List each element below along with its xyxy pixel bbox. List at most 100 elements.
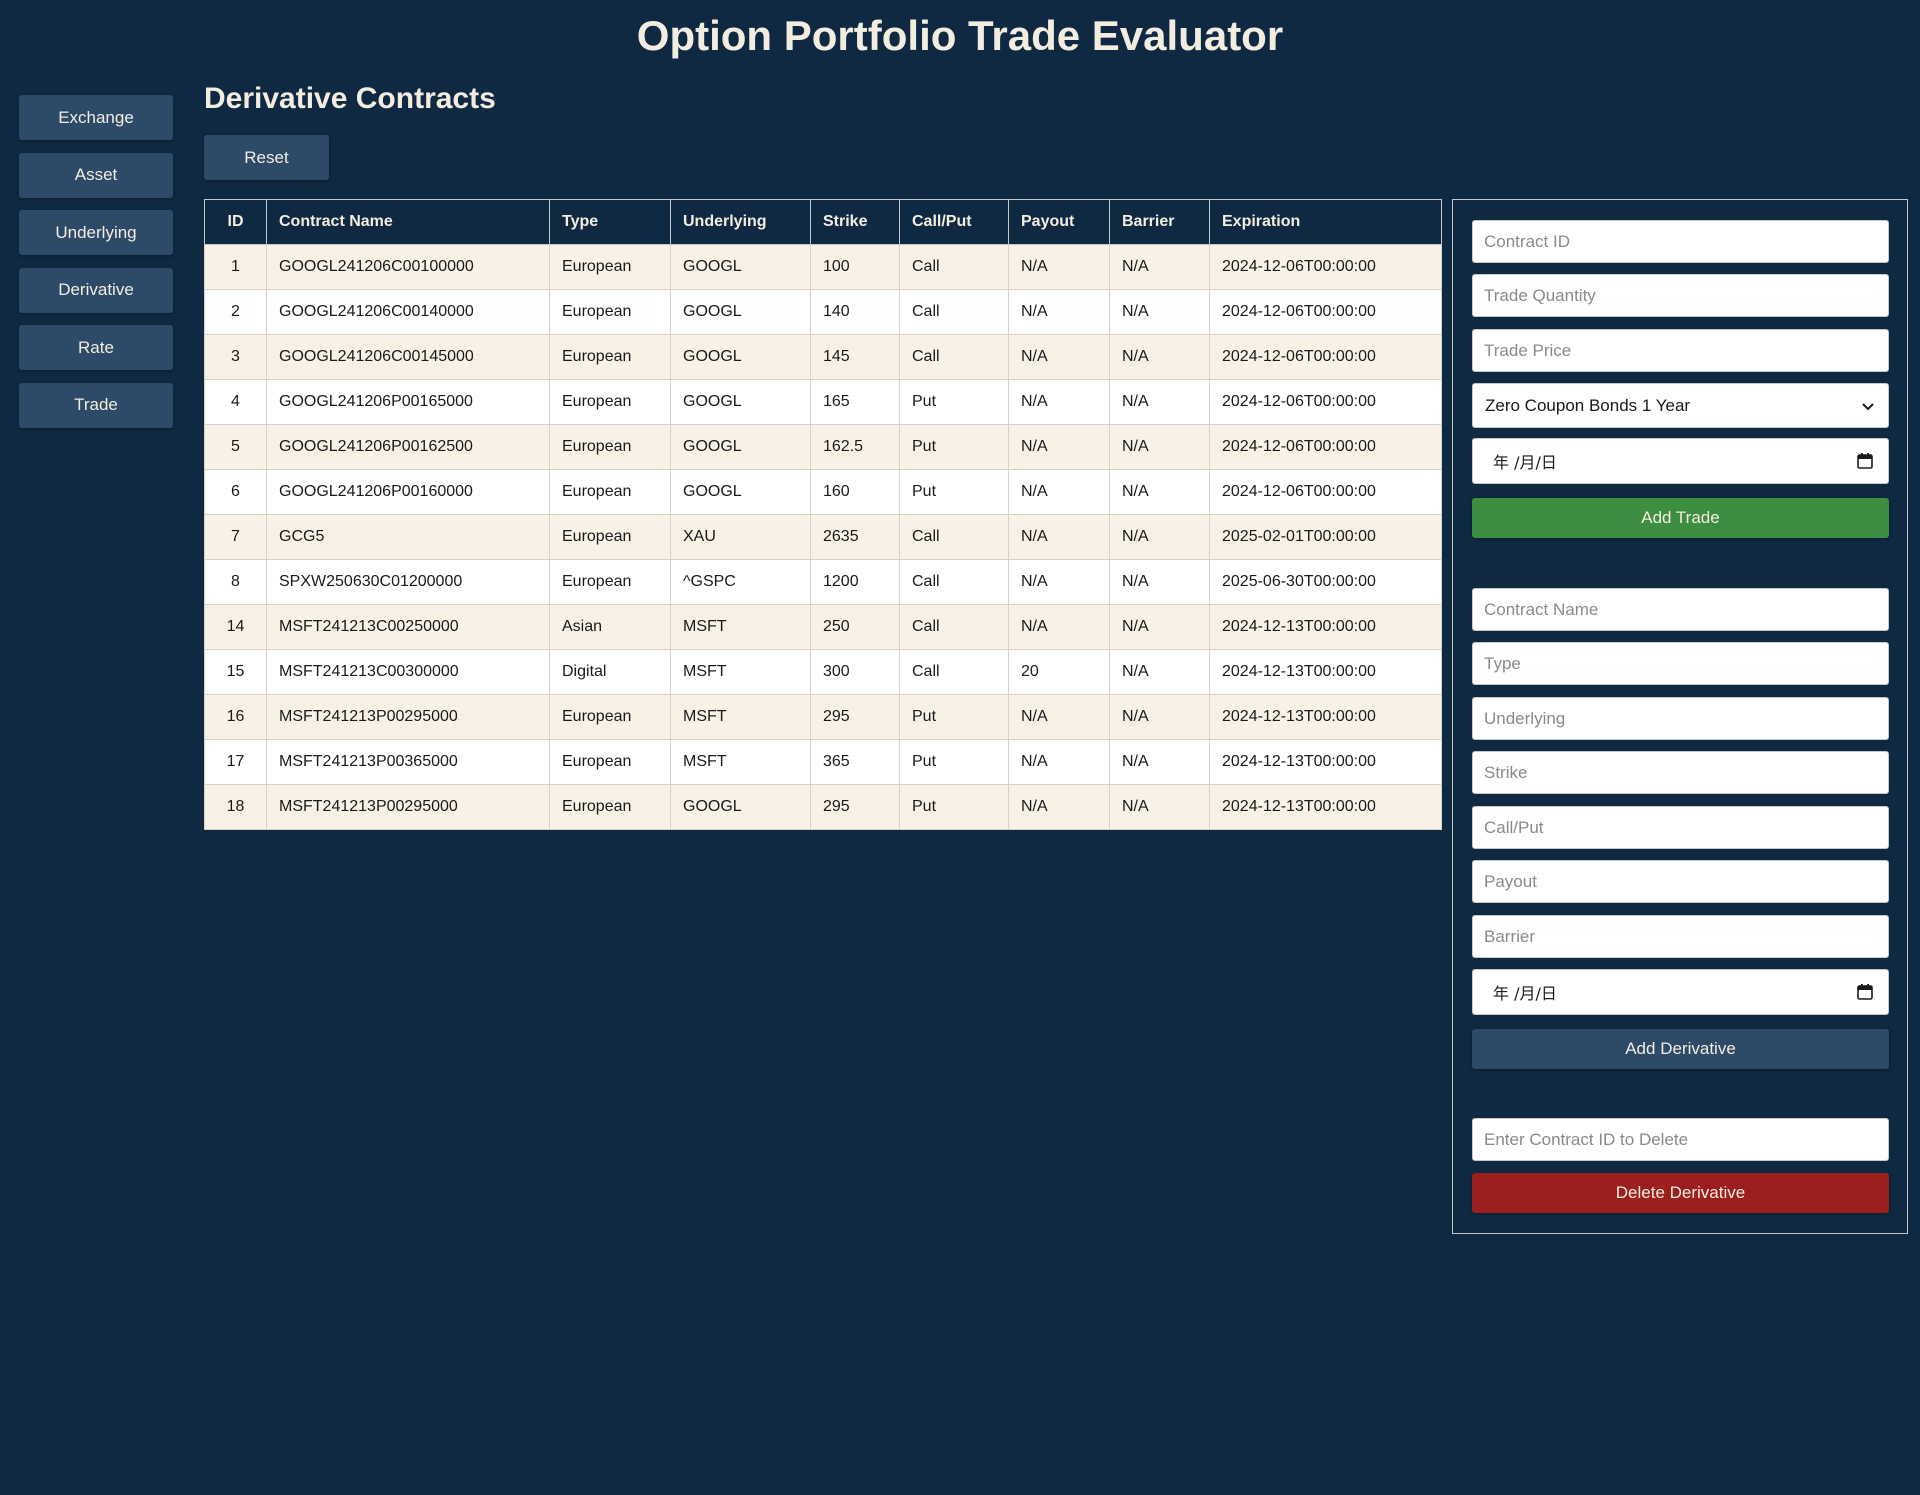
cell-type: European	[549, 694, 671, 740]
table-body: 1 GOOGL241206C00100000 European GOOGL 100 Cal…	[204, 244, 1442, 830]
cell-underlying: GOOGL	[670, 334, 811, 380]
nav-underlying-button[interactable]: Underlying	[19, 210, 173, 255]
cell-payout: N/A	[1008, 289, 1110, 335]
cell-type: European	[549, 379, 671, 425]
nav-exchange-button[interactable]: Exchange	[19, 95, 173, 140]
cell-barrier: N/A	[1109, 424, 1210, 470]
rate-select[interactable]: Zero Coupon Bonds 1 Year	[1472, 383, 1889, 428]
cell-call-put: Put	[899, 424, 1009, 470]
table-row[interactable]: 14 MSFT241213C00250000 Asian MSFT 250 Call N/A…	[204, 604, 1442, 650]
table-row[interactable]: 8 SPXW250630C01200000 European ^GSPC 1200 Cal…	[204, 559, 1442, 605]
table-row[interactable]: 15 MSFT241213C00300000 Digital MSFT 300 Call 2…	[204, 649, 1442, 695]
cell-call-put: Call	[899, 514, 1009, 560]
underlying-input[interactable]	[1472, 697, 1889, 740]
delete-derivative-button[interactable]: Delete Derivative	[1472, 1173, 1889, 1213]
cell-expiration: 2025-06-30T00:00:00	[1209, 559, 1442, 605]
column-header-payout: Payout	[1008, 199, 1110, 245]
cell-id: 7	[204, 514, 267, 560]
table-row[interactable]: 17 MSFT241213P00365000 European MSFT 365 Put N…	[204, 739, 1442, 785]
table-row[interactable]: 5 GOOGL241206P00162500 European GOOGL 162.5 P…	[204, 424, 1442, 470]
cell-id: 6	[204, 469, 267, 515]
cell-strike: 300	[810, 649, 900, 695]
cell-barrier: N/A	[1109, 649, 1210, 695]
cell-payout: N/A	[1008, 379, 1110, 425]
cell-contract-name: MSFT241213C00250000	[266, 604, 550, 650]
table-row[interactable]: 2 GOOGL241206C00140000 European GOOGL 140 Cal…	[204, 289, 1442, 335]
cell-underlying: GOOGL	[670, 289, 811, 335]
cell-type: European	[549, 739, 671, 785]
cell-underlying: GOOGL	[670, 784, 811, 830]
nav-asset-button[interactable]: Asset	[19, 152, 173, 198]
table-row[interactable]: 4 GOOGL241206P00165000 European GOOGL 165 Put…	[204, 379, 1442, 425]
add-derivative-button[interactable]: Add Derivative	[1472, 1029, 1889, 1069]
cell-contract-name: GOOGL241206P00162500	[266, 424, 550, 470]
cell-expiration: 2024-12-06T00:00:00	[1209, 289, 1442, 335]
cell-payout: N/A	[1008, 514, 1110, 560]
delete-contract-id-input[interactable]	[1472, 1118, 1889, 1161]
table-row[interactable]: 1 GOOGL241206C00100000 European GOOGL 100 Cal…	[204, 244, 1442, 290]
cell-strike: 160	[810, 469, 900, 515]
column-header-type: Type	[549, 199, 671, 245]
trade-date-input[interactable]: 年 /月/日	[1472, 438, 1889, 484]
nav-derivative-button[interactable]: Derivative	[19, 267, 173, 313]
cell-type: European	[549, 514, 671, 560]
table-row[interactable]: 3 GOOGL241206C00145000 European GOOGL 145 Cal…	[204, 334, 1442, 380]
add-trade-button[interactable]: Add Trade	[1472, 498, 1889, 538]
calendar-icon[interactable]	[1856, 983, 1874, 1001]
cell-call-put: Call	[899, 289, 1009, 335]
table-row[interactable]: 7 GCG5 European XAU 2635 Call N/A N/A 2025-02-01…	[204, 514, 1442, 560]
cell-strike: 145	[810, 334, 900, 380]
table-row[interactable]: 18 MSFT241213P00295000 European GOOGL 295 Put…	[204, 784, 1442, 830]
contract-id-input[interactable]	[1472, 220, 1889, 263]
cell-call-put: Put	[899, 469, 1009, 515]
cell-call-put: Put	[899, 379, 1009, 425]
cell-barrier: N/A	[1109, 739, 1210, 785]
cell-call-put: Call	[899, 649, 1009, 695]
expiration-date-input[interactable]: 年 /月/日	[1472, 969, 1889, 1015]
calendar-icon[interactable]	[1856, 452, 1874, 470]
form-panel: Zero Coupon Bonds 1 Year 年 /月/日 Add Trad…	[1452, 199, 1908, 1234]
column-header-contract-name: Contract Name	[266, 199, 550, 245]
type-input[interactable]	[1472, 642, 1889, 685]
cell-expiration: 2024-12-13T00:00:00	[1209, 604, 1442, 650]
cell-call-put: Call	[899, 334, 1009, 380]
derivatives-table-container: ID Contract Name Type Underlying Strike …	[204, 199, 1442, 830]
contract-name-input[interactable]	[1472, 588, 1889, 631]
strike-input[interactable]	[1472, 751, 1889, 794]
cell-id: 8	[204, 559, 267, 605]
reset-button[interactable]: Reset	[204, 135, 329, 180]
cell-underlying: ^GSPC	[670, 559, 811, 605]
payout-input[interactable]	[1472, 860, 1889, 903]
cell-expiration: 2024-12-13T00:00:00	[1209, 694, 1442, 740]
cell-call-put: Put	[899, 739, 1009, 785]
cell-underlying: MSFT	[670, 649, 811, 695]
cell-strike: 140	[810, 289, 900, 335]
cell-strike: 295	[810, 784, 900, 830]
cell-id: 4	[204, 379, 267, 425]
barrier-input[interactable]	[1472, 915, 1889, 958]
cell-call-put: Put	[899, 694, 1009, 740]
table-row[interactable]: 16 MSFT241213P00295000 European MSFT 295 Put N…	[204, 694, 1442, 740]
app-title: Option Portfolio Trade Evaluator	[636, 12, 1284, 59]
cell-strike: 2635	[810, 514, 900, 560]
cell-strike: 365	[810, 739, 900, 785]
nav-rate-button[interactable]: Rate	[19, 325, 173, 370]
nav-trade-button[interactable]: Trade	[19, 382, 173, 428]
table-row[interactable]: 6 GOOGL241206P00160000 European GOOGL 160 Put…	[204, 469, 1442, 515]
cell-id: 14	[204, 604, 267, 650]
call-put-input[interactable]	[1472, 806, 1889, 849]
cell-payout: 20	[1008, 649, 1110, 695]
cell-payout: N/A	[1008, 784, 1110, 830]
cell-underlying: GOOGL	[670, 379, 811, 425]
cell-expiration: 2024-12-06T00:00:00	[1209, 424, 1442, 470]
cell-type: European	[549, 289, 671, 335]
cell-id: 3	[204, 334, 267, 380]
cell-type: European	[549, 334, 671, 380]
cell-underlying: XAU	[670, 514, 811, 560]
cell-strike: 100	[810, 244, 900, 290]
cell-barrier: N/A	[1109, 379, 1210, 425]
trade-quantity-input[interactable]	[1472, 274, 1889, 317]
trade-price-input[interactable]	[1472, 329, 1889, 372]
cell-expiration: 2024-12-06T00:00:00	[1209, 244, 1442, 290]
cell-barrier: N/A	[1109, 334, 1210, 380]
